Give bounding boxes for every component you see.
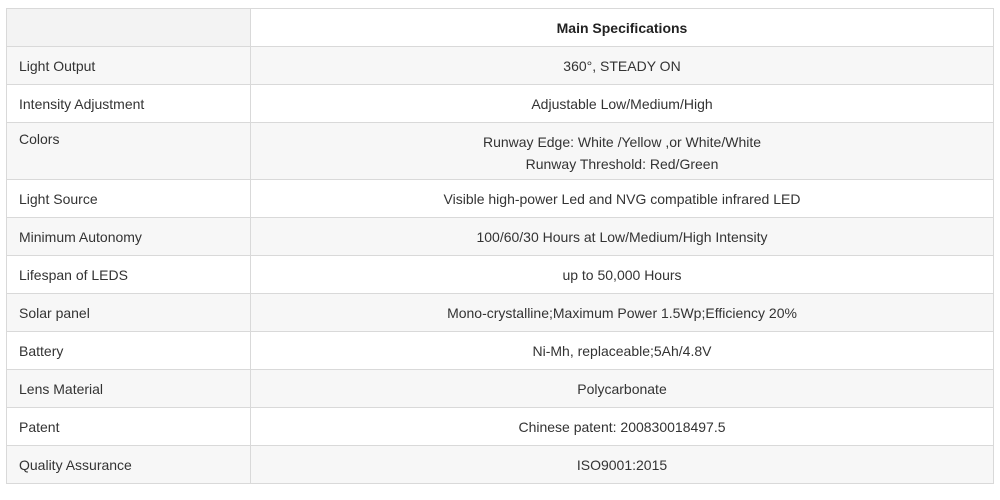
spec-value: 360°, STEADY ON: [250, 46, 994, 85]
spec-value-line: ISO9001:2015: [576, 456, 668, 473]
table-header: Main Specifications: [6, 8, 994, 47]
table-row: Light Output 360°, STEADY ON: [6, 46, 994, 85]
spec-value-line: Visible high-power Led and NVG compatibl…: [443, 190, 801, 207]
table-row: Light Source Visible high-power Led and N…: [6, 179, 994, 218]
table-row: Lifespan of LEDS up to 50,000 Hours: [6, 255, 994, 294]
spec-value-line: Polycarbonate: [577, 380, 667, 397]
spec-value: Adjustable Low/Medium/High: [250, 84, 994, 123]
spec-label: Light Source: [6, 179, 251, 218]
spec-label: Minimum Autonomy: [6, 217, 251, 256]
spec-value: Runway Edge: White /Yellow ,or White/Whi…: [250, 122, 994, 180]
header-row: Main Specifications: [6, 8, 994, 47]
spec-value-line: 100/60/30 Hours at Low/Medium/High Inten…: [476, 228, 768, 245]
spec-value: Ni-Mh, replaceable;5Ah/4.8V: [250, 331, 994, 370]
spec-label: Intensity Adjustment: [6, 84, 251, 123]
spec-value: ISO9001:2015: [250, 445, 994, 484]
table-row: Colors Runway Edge: White /Yellow ,or Whi…: [6, 122, 994, 180]
spec-label: Patent: [6, 407, 251, 446]
spec-value-line: up to 50,000 Hours: [562, 266, 682, 283]
header-main-specifications: Main Specifications: [250, 8, 994, 47]
table-row: Intensity Adjustment Adjustable Low/Mediu…: [6, 84, 994, 123]
table-row: Quality Assurance ISO9001:2015: [6, 445, 994, 484]
spec-value: Chinese patent: 200830018497.5: [250, 407, 994, 446]
spec-value-line: 360°, STEADY ON: [563, 57, 681, 74]
header-blank-cell: [6, 8, 251, 47]
spec-label: Colors: [6, 122, 251, 180]
table-body: Light Output 360°, STEADY ON Intensity Adj…: [6, 46, 994, 484]
spec-label: Battery: [6, 331, 251, 370]
spec-label: Lens Material: [6, 369, 251, 408]
spec-label: Solar panel: [6, 293, 251, 332]
spec-value: up to 50,000 Hours: [250, 255, 994, 294]
spec-value-line: Mono-crystalline;Maximum Power 1.5Wp;Eff…: [447, 304, 797, 321]
spec-value: Visible high-power Led and NVG compatibl…: [250, 179, 994, 218]
table-row: Solar panel Mono-crystalline;Maximum Powe…: [6, 293, 994, 332]
spec-value-line: Runway Edge: White /Yellow ,or White/Whi…: [482, 134, 762, 150]
table-row: Minimum Autonomy 100/60/30 Hours at Low/M…: [6, 217, 994, 256]
spec-value-line: Ni-Mh, replaceable;5Ah/4.8V: [532, 342, 712, 359]
spec-value-line: Runway Threshold: Red/Green: [525, 156, 719, 172]
spec-label: Light Output: [6, 46, 251, 85]
spec-value: Mono-crystalline;Maximum Power 1.5Wp;Eff…: [250, 293, 994, 332]
table-row: Patent Chinese patent: 200830018497.5: [6, 407, 994, 446]
spec-label: Lifespan of LEDS: [6, 255, 251, 294]
spec-value-line: Chinese patent: 200830018497.5: [518, 418, 726, 435]
table-row: Battery Ni-Mh, replaceable;5Ah/4.8V: [6, 331, 994, 370]
table-row: Lens Material Polycarbonate: [6, 369, 994, 408]
spec-value: 100/60/30 Hours at Low/Medium/High Inten…: [250, 217, 994, 256]
specifications-table: Main Specifications Light Output 360°, ST…: [6, 8, 994, 484]
spec-value: Polycarbonate: [250, 369, 994, 408]
spec-label: Quality Assurance: [6, 445, 251, 484]
spec-value-line: Adjustable Low/Medium/High: [531, 95, 713, 112]
